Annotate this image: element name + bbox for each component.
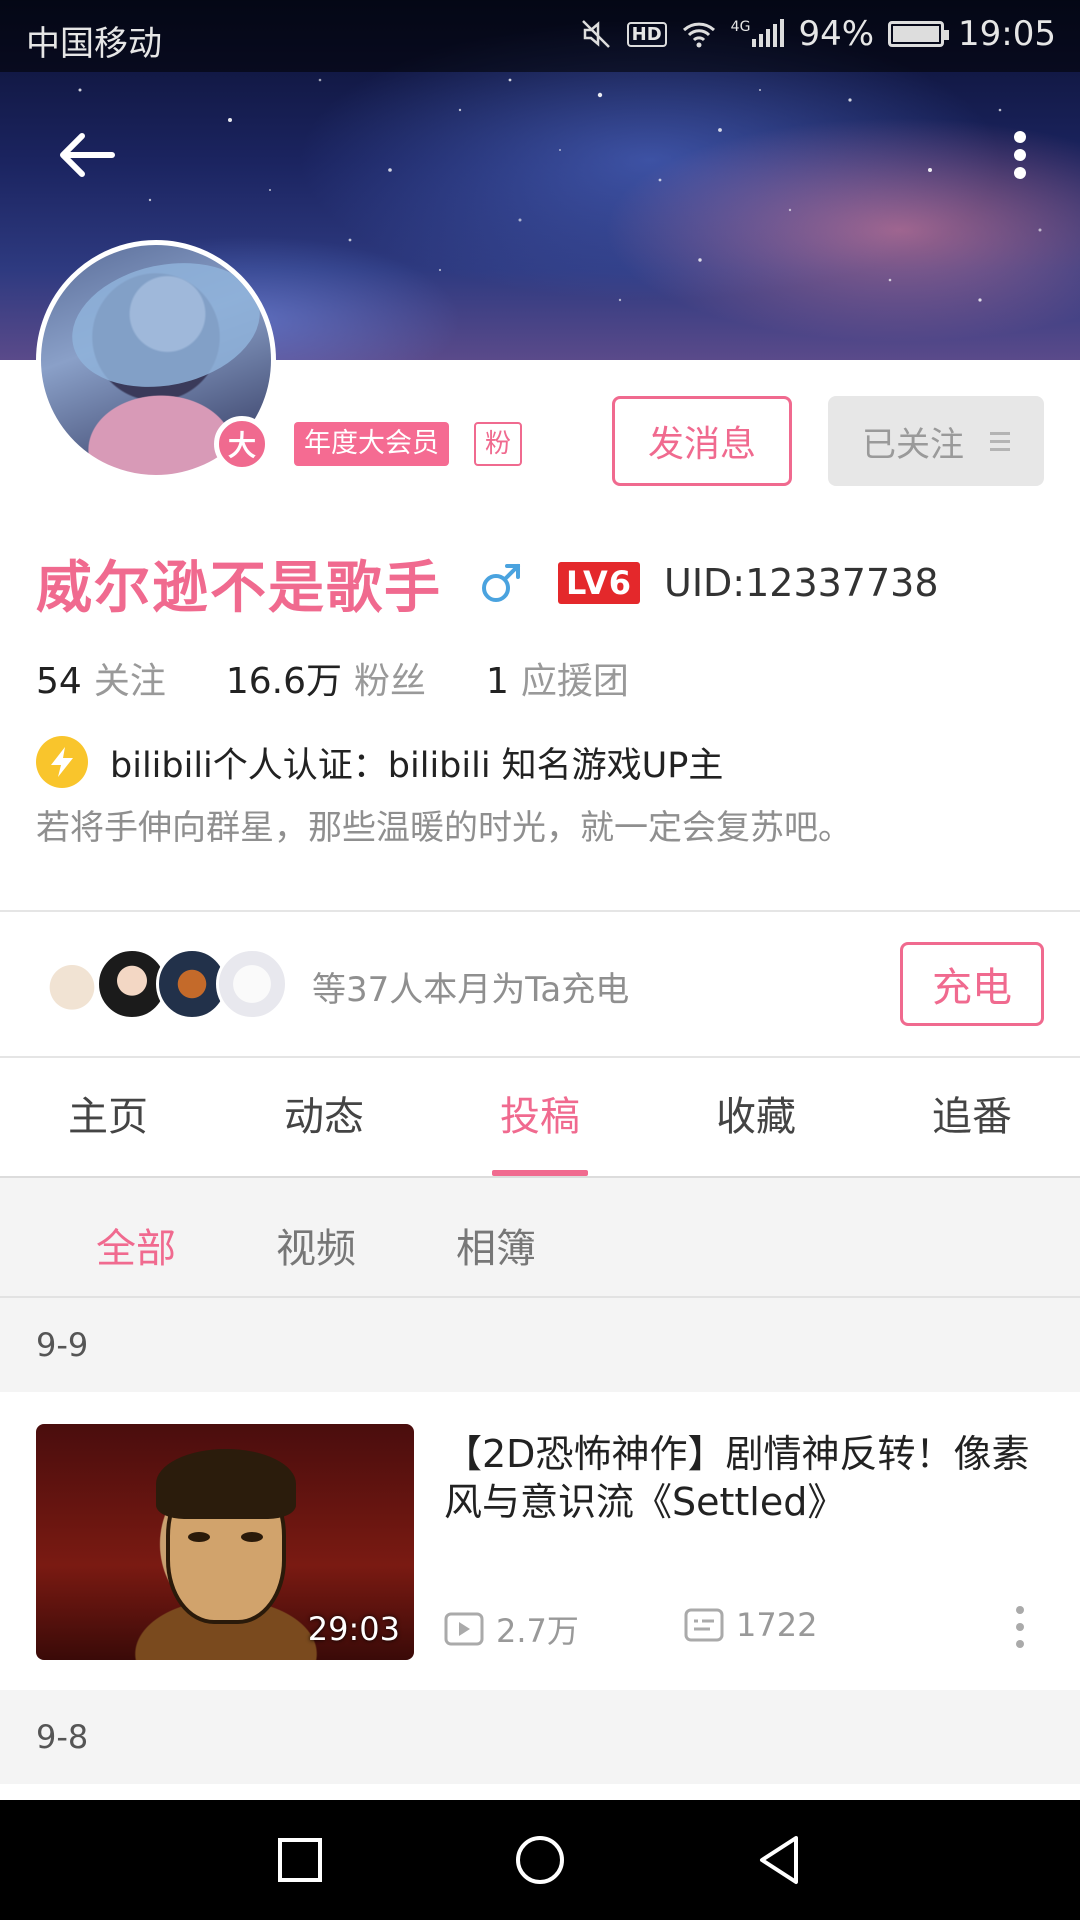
tab-home[interactable]: 主页 [0, 1058, 216, 1176]
network-label: 4G [730, 19, 751, 35]
name-row: 威尔逊不是歌手 LV6 UID:12337738 [36, 548, 939, 621]
stat-support-label: 应援团 [520, 661, 629, 702]
stat-fans[interactable]: 16.6万 粉丝 [226, 652, 426, 704]
followed-label: 已关注 [862, 424, 964, 465]
stat-following-label: 关注 [93, 661, 166, 702]
send-message-button[interactable]: 发消息 [612, 396, 792, 486]
back-button[interactable] [52, 120, 122, 190]
subtab-video[interactable]: 视频 [276, 1216, 356, 1274]
subtab-all[interactable]: 全部 [96, 1216, 176, 1274]
tab-dynamics[interactable]: 动态 [216, 1058, 432, 1176]
system-nav-bar [0, 1800, 1080, 1920]
charger-avatars[interactable] [36, 948, 288, 1020]
hd-badge: HD [626, 21, 667, 47]
verification-row: bilibili个人认证：bilibili 知名游戏UP主 [36, 736, 723, 788]
tab-submissions[interactable]: 投稿 [432, 1058, 648, 1176]
battery-percent: 94% [798, 14, 875, 54]
thumbnail-eye-shape [241, 1532, 263, 1542]
danmaku-count-value: 1722 [736, 1606, 818, 1644]
video-title[interactable]: 【2D恐怖神作】剧情神反转！像素风与意识流《Settled》 [444, 1430, 1054, 1526]
mute-icon [579, 17, 613, 51]
date-header: 9-9 [0, 1298, 1080, 1392]
signature-text: 若将手伸向群星，那些温暖的时光，就一定会复苏吧。 [36, 808, 852, 848]
status-bar: 中国移动 HD 4G 94% 19:05 [0, 0, 1080, 72]
subtab-album[interactable]: 相簿 [456, 1216, 536, 1274]
clock: 19:05 [958, 14, 1056, 54]
recent-apps-icon[interactable] [270, 1830, 330, 1890]
home-circle-icon[interactable] [510, 1830, 570, 1890]
danmaku-icon [684, 1608, 724, 1642]
tab-favorites[interactable]: 收藏 [648, 1058, 864, 1176]
lightning-icon [36, 736, 88, 788]
video-thumbnail[interactable]: 29:03 [36, 1424, 414, 1660]
charge-button[interactable]: 充电 [900, 942, 1044, 1026]
fan-badge[interactable]: 粉 [474, 422, 522, 466]
tab-bangumi[interactable]: 追番 [864, 1058, 1080, 1176]
charger-avatar [216, 948, 288, 1020]
video-duration: 29:03 [307, 1610, 400, 1648]
thumbnail-eye-shape [188, 1532, 210, 1542]
profile-tabs: 主页 动态 投稿 收藏 追番 [0, 1058, 1080, 1176]
stat-support-count: 1 [486, 661, 509, 702]
back-triangle-icon[interactable] [750, 1830, 810, 1890]
charge-text: 等37人本月为Ta充电 [312, 970, 630, 1010]
carrier-label: 中国移动 [26, 24, 162, 64]
menu-icon [990, 431, 1010, 451]
username: 威尔逊不是歌手 [36, 555, 442, 621]
stat-following-count: 54 [36, 661, 82, 702]
play-count-icon [444, 1612, 484, 1646]
stat-fans-count: 16.6万 [225, 661, 342, 702]
video-item[interactable]: 29:03 【2D恐怖神作】剧情神反转！像素风与意识流《Settled》 2.7… [0, 1394, 1080, 1688]
charge-row: 等37人本月为Ta充电 充电 [0, 912, 1080, 1056]
more-options-button[interactable] [1000, 120, 1040, 190]
date-header: 9-8 [0, 1690, 1080, 1784]
danmaku-count: 1722 [684, 1606, 817, 1644]
wifi-icon [681, 19, 717, 49]
view-count: 2.7万 [444, 1606, 579, 1652]
submission-filter: 全部 视频 相簿 [0, 1178, 1080, 1296]
stats-row: 54 关注 16.6万 粉丝 1 应援团 [36, 652, 689, 704]
thumbnail-hair-shape [156, 1449, 296, 1519]
vip-avatar-badge: 大 [214, 416, 270, 472]
verification-text: bilibili个人认证：bilibili 知名游戏UP主 [110, 745, 724, 786]
more-vertical-icon [1014, 131, 1026, 179]
more-vertical-icon[interactable] [1010, 1602, 1030, 1652]
male-icon [482, 564, 520, 602]
view-count-value: 2.7万 [496, 1612, 579, 1650]
profile-page: 中国移动 HD 4G 94% 19:05 大 年度大会员 粉 发消息 已关注 威… [0, 0, 1080, 1920]
stat-fans-label: 粉丝 [354, 661, 427, 702]
battery-icon [888, 21, 950, 47]
followed-button[interactable]: 已关注 [828, 396, 1044, 486]
level-badge: LV6 [558, 562, 641, 604]
signal-icon: 4G [731, 19, 785, 49]
stat-following[interactable]: 54 关注 [36, 652, 166, 704]
arrow-left-icon [60, 133, 115, 177]
stat-support-group[interactable]: 1 应援团 [486, 652, 629, 704]
vip-badge[interactable]: 年度大会员 [294, 422, 449, 466]
uid-label: UID:12337738 [664, 561, 939, 605]
